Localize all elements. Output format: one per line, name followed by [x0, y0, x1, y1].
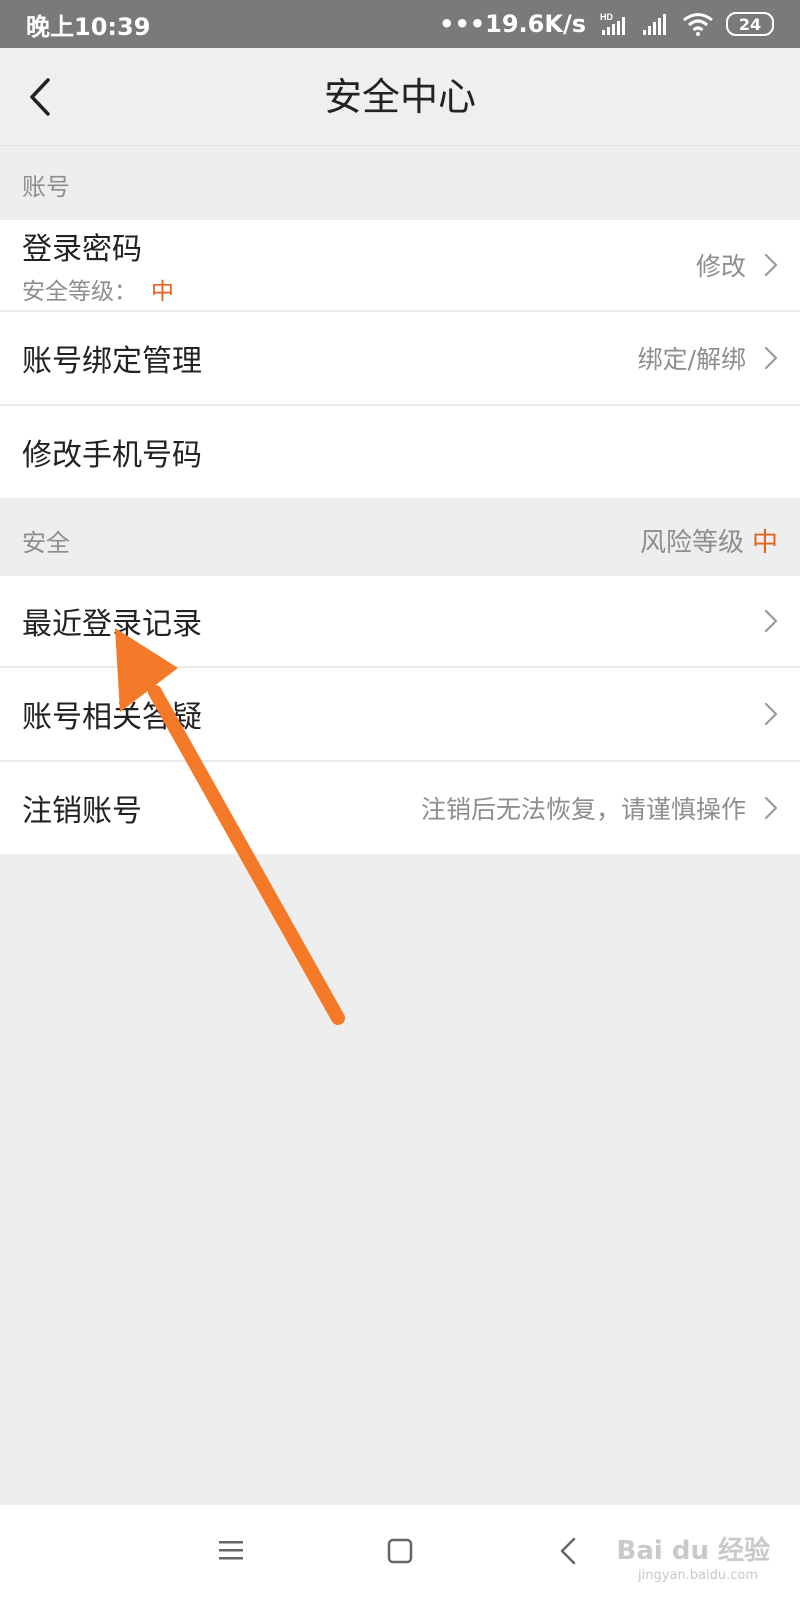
row-label: 账号相关答疑 — [22, 700, 202, 735]
row-action — [764, 702, 778, 726]
bind-action: 绑定/解绑 — [637, 345, 746, 374]
menu-icon[interactable] — [218, 1535, 244, 1567]
row-label: 注销账号 — [22, 794, 142, 829]
chevron-right-icon — [764, 796, 778, 820]
battery-level: 24 — [738, 14, 762, 34]
row-login-password-text: 登录密码 安全等级： 中 — [22, 224, 174, 306]
security-level: 安全等级： 中 — [22, 272, 174, 306]
wifi-icon — [683, 13, 713, 36]
row-label: 最近登录记录 — [22, 607, 202, 642]
risk-level: 风险等级 中 — [640, 522, 778, 559]
risk-level-label: 风险等级 — [639, 527, 744, 558]
section-title-security: 安全 — [22, 528, 70, 557]
back-triangle-icon[interactable] — [558, 1535, 580, 1567]
status-bar: 晚上10:39 •••19.6K/s HD 24 — [0, 0, 800, 48]
row-delete-account[interactable]: 注销账号 注销后无法恢复，请谨慎操作 — [0, 762, 800, 854]
row-action: 绑定/解绑 — [638, 340, 778, 376]
section-header-account: 账号 — [0, 148, 800, 220]
home-square-icon[interactable] — [386, 1535, 414, 1567]
system-nav-bar: Bai du 经验 jingyan.baidu.com — [0, 1505, 800, 1600]
row-action: 修改 — [696, 247, 778, 283]
battery-icon: 24 — [726, 12, 774, 36]
section-header-security: 安全 风险等级 中 — [0, 504, 800, 576]
row-login-password[interactable]: 登录密码 安全等级： 中 修改 — [0, 220, 800, 310]
row-label: 账号绑定管理 — [22, 344, 202, 379]
row-account-binding[interactable]: 账号绑定管理 绑定/解绑 — [0, 312, 800, 404]
status-time: 晚上10:39 — [26, 12, 151, 41]
signal-icon — [643, 14, 666, 35]
row-label: 登录密码 — [22, 232, 142, 267]
chevron-right-icon — [764, 702, 778, 726]
security-level-value: 中 — [151, 279, 174, 305]
delete-warning: 注销后无法恢复，请谨慎操作 — [420, 795, 746, 824]
page-title: 安全中心 — [323, 75, 476, 119]
svg-text:HD: HD — [600, 12, 613, 22]
watermark: Bai du 经验 — [616, 1536, 771, 1566]
status-indicators: •••19.6K/s HD 24 — [439, 10, 774, 38]
chevron-right-icon — [764, 609, 778, 633]
section-title-account: 账号 — [22, 172, 70, 201]
modify-action: 修改 — [695, 252, 746, 281]
row-change-phone[interactable]: 修改手机号码 — [0, 406, 800, 498]
chevron-right-icon — [764, 253, 778, 277]
watermark-sub: jingyan.baidu.com — [638, 1568, 758, 1583]
network-speed: •••19.6K/s — [439, 10, 586, 38]
row-account-faq[interactable]: 账号相关答疑 — [0, 668, 800, 760]
row-action: 注销后无法恢复，请谨慎操作 — [421, 790, 778, 826]
row-label: 修改手机号码 — [22, 438, 202, 473]
security-level-label: 安全等级： — [22, 279, 137, 305]
signal-hd-icon: HD — [600, 12, 625, 35]
row-recent-logins[interactable]: 最近登录记录 — [0, 576, 800, 666]
row-action — [764, 609, 778, 633]
header: 安全中心 — [0, 48, 800, 146]
chevron-right-icon — [764, 346, 778, 370]
risk-level-value: 中 — [751, 527, 778, 558]
